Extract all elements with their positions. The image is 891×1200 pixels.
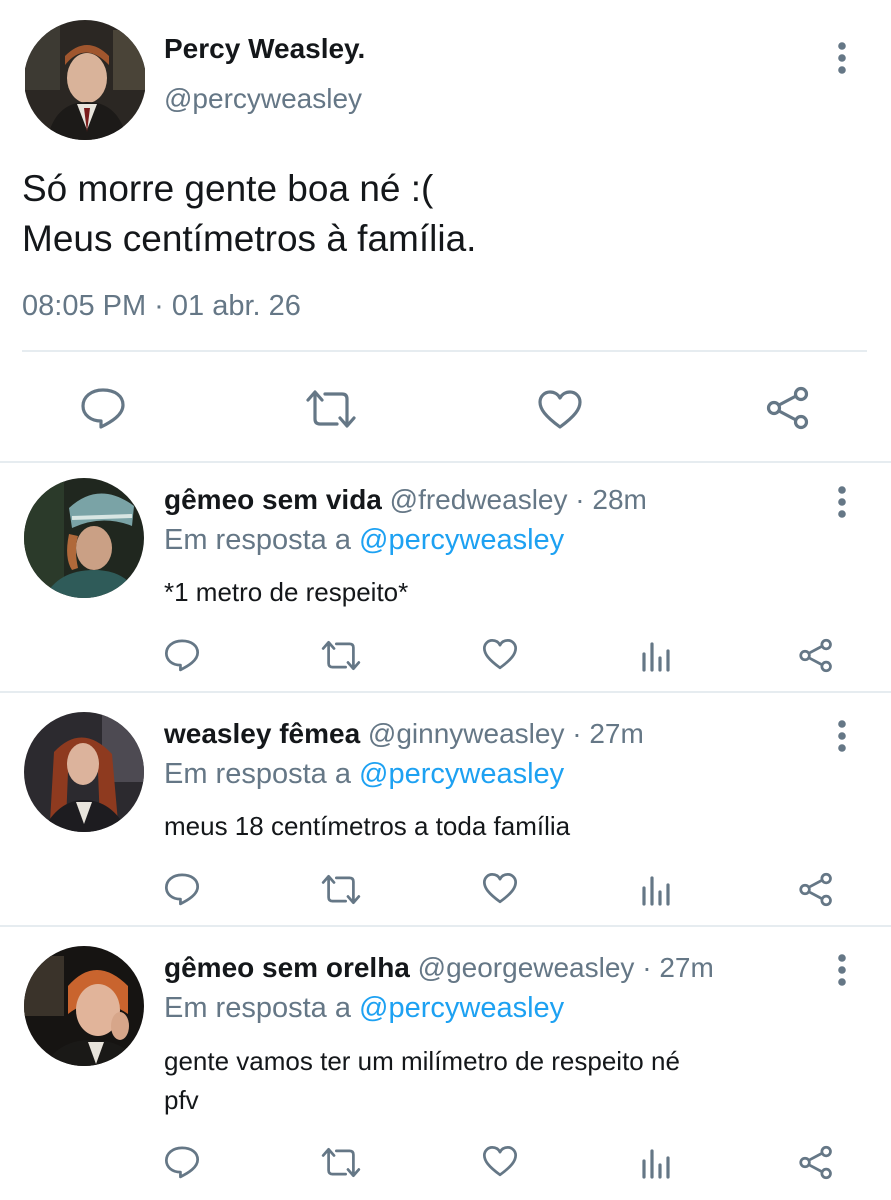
share-icon[interactable] (765, 386, 811, 430)
reply-text-line-2: pfv (164, 1085, 199, 1115)
reply-context: Em resposta a @percyweasley (164, 991, 564, 1025)
reply-more-icon[interactable] (830, 716, 854, 756)
share-icon[interactable] (798, 1145, 834, 1180)
reply-time[interactable]: · 27m (642, 952, 714, 983)
reply-text: *1 metro de respeito* (164, 577, 409, 607)
reply-more-icon[interactable] (830, 482, 854, 522)
divider (0, 925, 891, 927)
avatar-image (24, 946, 144, 1066)
main-author-name[interactable]: Percy Weasley. (164, 33, 365, 65)
avatar-image (24, 478, 144, 598)
analytics-icon[interactable] (640, 640, 672, 672)
reply-icon[interactable] (80, 387, 126, 429)
reply-time[interactable]: · 27m (572, 718, 644, 749)
reply-time[interactable]: · 28m (575, 484, 647, 515)
reply-to-link[interactable]: @percyweasley (359, 524, 564, 556)
like-icon[interactable] (482, 872, 518, 905)
main-more-icon[interactable] (830, 38, 854, 78)
reply-header: gêmeo sem vida @fredweasley · 28m (164, 483, 647, 517)
main-tweet-line-2: Meus centímetros à família. (22, 218, 477, 259)
reply-context: Em resposta a @percyweasley (164, 757, 564, 791)
main-tweet-text: Só morre gente boa né :( Meus centímetro… (22, 164, 476, 264)
analytics-icon[interactable] (640, 1147, 672, 1179)
reply-prefix: Em resposta a (164, 758, 351, 790)
main-tweet-line-1: Só morre gente boa né :( (22, 168, 434, 209)
reply-author-name[interactable]: gêmeo sem vida (164, 484, 382, 515)
main-tweet-timestamp[interactable]: 08:05 PM · 01 abr. 26 (22, 289, 301, 323)
retweet-icon[interactable] (320, 640, 362, 671)
main-divider-inner (22, 350, 867, 352)
reply-icon[interactable] (164, 638, 200, 672)
retweet-icon[interactable] (304, 389, 358, 429)
reply-text-line-1: gente vamos ter um milímetro de respeito… (164, 1046, 680, 1076)
reply-prefix: Em resposta a (164, 992, 351, 1024)
main-author-avatar[interactable] (24, 20, 146, 140)
reply-prefix: Em resposta a (164, 524, 351, 556)
reply-author-handle[interactable]: @fredweasley (390, 484, 568, 515)
reply-author-name[interactable]: weasley fêmea (164, 718, 360, 749)
divider (0, 691, 891, 693)
share-icon[interactable] (798, 872, 834, 907)
reply-more-icon[interactable] (830, 950, 854, 990)
reply-header: weasley fêmea @ginnyweasley · 27m (164, 717, 644, 751)
retweet-icon[interactable] (320, 1147, 362, 1178)
reply-context: Em resposta a @percyweasley (164, 523, 564, 557)
reply-avatar-george[interactable] (24, 946, 144, 1066)
share-icon[interactable] (798, 638, 834, 673)
divider (0, 461, 891, 463)
reply-text: gente vamos ter um milímetro de respeito… (164, 1042, 680, 1120)
like-icon[interactable] (482, 1145, 518, 1178)
retweet-icon[interactable] (320, 874, 362, 905)
reply-author-handle[interactable]: @georgeweasley (418, 952, 635, 983)
reply-avatar-ginny[interactable] (24, 712, 144, 832)
like-icon[interactable] (537, 389, 583, 431)
reply-author-handle[interactable]: @ginnyweasley (368, 718, 565, 749)
reply-author-name[interactable]: gêmeo sem orelha (164, 952, 410, 983)
analytics-icon[interactable] (640, 874, 672, 906)
reply-icon[interactable] (164, 1145, 200, 1179)
reply-icon[interactable] (164, 872, 200, 906)
like-icon[interactable] (482, 638, 518, 671)
avatar-image (24, 712, 144, 832)
reply-text: meus 18 centímetros a toda família (164, 811, 571, 841)
main-author-handle[interactable]: @percyweasley (164, 83, 362, 115)
reply-avatar-fred[interactable] (24, 478, 144, 598)
reply-to-link[interactable]: @percyweasley (359, 992, 564, 1024)
reply-header: gêmeo sem orelha @georgeweasley · 27m (164, 951, 714, 985)
reply-to-link[interactable]: @percyweasley (359, 758, 564, 790)
avatar-image (25, 20, 145, 140)
